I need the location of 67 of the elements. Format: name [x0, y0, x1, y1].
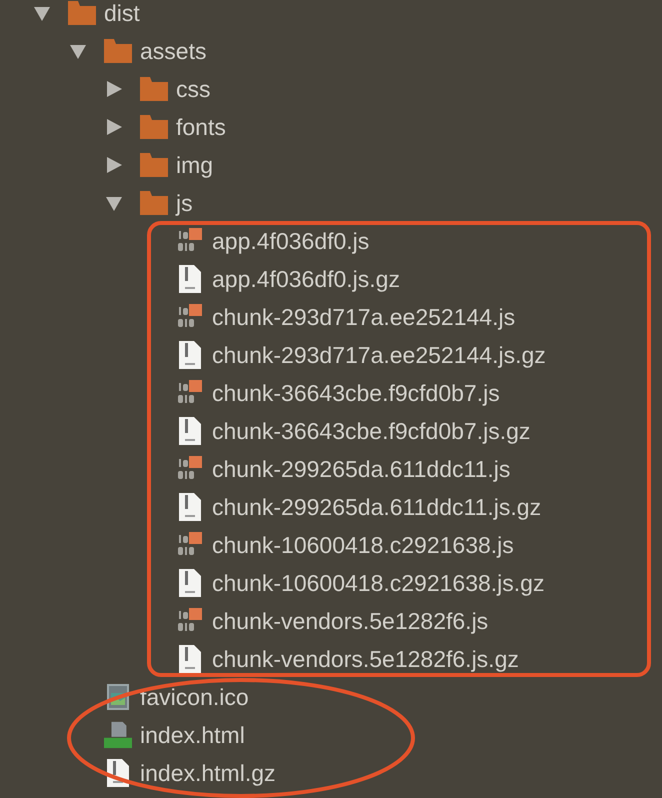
tree-row[interactable]: js: [104, 184, 662, 222]
tree-row[interactable]: app.4f036df0.js.gz: [140, 260, 662, 298]
file-name: app.4f036df0.js: [212, 226, 370, 256]
file-name: index.html.gz: [140, 758, 276, 788]
folder-icon: [140, 191, 168, 215]
html-file-icon: [104, 721, 132, 749]
folder-icon: [104, 39, 132, 63]
archive-file-icon: [179, 569, 201, 597]
file-name: chunk-36643cbe.f9cfd0b7.js: [212, 378, 500, 408]
folder-icon: [68, 1, 96, 25]
tree-row[interactable]: css: [104, 70, 662, 108]
folder-name: assets: [140, 36, 206, 66]
tree-row[interactable]: chunk-10600418.c2921638.js: [140, 526, 662, 564]
folder-icon: [140, 153, 168, 177]
tree-row[interactable]: dist: [32, 0, 662, 32]
file-name: chunk-293d717a.ee252144.js: [212, 302, 516, 332]
tree-row[interactable]: index.html: [68, 716, 662, 754]
collapse-arrow-icon[interactable]: [105, 194, 123, 212]
binary-file-icon: [178, 608, 202, 634]
folder-name: fonts: [176, 112, 226, 142]
binary-file-icon: [178, 228, 202, 254]
folder-icon: [140, 115, 168, 139]
file-name: chunk-vendors.5e1282f6.js.gz: [212, 644, 519, 674]
file-name: chunk-36643cbe.f9cfd0b7.js.gz: [212, 416, 530, 446]
file-name: chunk-299265da.611ddc11.js: [212, 454, 510, 484]
expand-arrow-icon[interactable]: [105, 156, 123, 174]
tree-row[interactable]: chunk-vendors.5e1282f6.js: [140, 602, 662, 640]
binary-file-icon: [178, 456, 202, 482]
collapse-arrow-icon[interactable]: [33, 4, 51, 22]
folder-name: js: [176, 188, 193, 218]
tree-row[interactable]: fonts: [104, 108, 662, 146]
archive-file-icon: [179, 645, 201, 673]
file-name: chunk-10600418.c2921638.js.gz: [212, 568, 544, 598]
tree-row[interactable]: assets: [68, 32, 662, 70]
tree-row[interactable]: chunk-299265da.611ddc11.js: [140, 450, 662, 488]
tree-row[interactable]: chunk-293d717a.ee252144.js.gz: [140, 336, 662, 374]
archive-file-icon: [179, 417, 201, 445]
file-name: app.4f036df0.js.gz: [212, 264, 400, 294]
file-name: chunk-10600418.c2921638.js: [212, 530, 514, 560]
tree-row[interactable]: img: [104, 146, 662, 184]
tree-row[interactable]: chunk-vendors.5e1282f6.js.gz: [140, 640, 662, 678]
tree-row[interactable]: app.4f036df0.js: [140, 222, 662, 260]
file-name: chunk-293d717a.ee252144.js.gz: [212, 340, 546, 370]
tree-row[interactable]: chunk-299265da.611ddc11.js.gz: [140, 488, 662, 526]
tree-row[interactable]: favicon.ico: [68, 678, 662, 716]
tree-row[interactable]: chunk-36643cbe.f9cfd0b7.js.gz: [140, 412, 662, 450]
folder-name: dist: [104, 0, 140, 28]
collapse-arrow-icon[interactable]: [69, 42, 87, 60]
folder-name: img: [176, 150, 214, 180]
binary-file-icon: [178, 532, 202, 558]
tree-row[interactable]: chunk-10600418.c2921638.js.gz: [140, 564, 662, 602]
binary-file-icon: [178, 380, 202, 406]
folder-icon: [140, 77, 168, 101]
tree-row[interactable]: chunk-293d717a.ee252144.js: [140, 298, 662, 336]
archive-file-icon: [179, 341, 201, 369]
archive-file-icon: [179, 265, 201, 293]
expand-arrow-icon[interactable]: [105, 118, 123, 136]
tree-row[interactable]: chunk-36643cbe.f9cfd0b7.js: [140, 374, 662, 412]
file-name: chunk-vendors.5e1282f6.js: [212, 606, 488, 636]
expand-arrow-icon[interactable]: [105, 80, 123, 98]
tree-row[interactable]: index.html.gz: [68, 754, 662, 792]
folder-name: css: [176, 74, 210, 104]
file-name: favicon.ico: [140, 682, 249, 712]
file-name: chunk-299265da.611ddc11.js.gz: [212, 492, 542, 522]
file-name: index.html: [140, 720, 245, 750]
archive-file-icon: [179, 493, 201, 521]
binary-file-icon: [178, 304, 202, 330]
